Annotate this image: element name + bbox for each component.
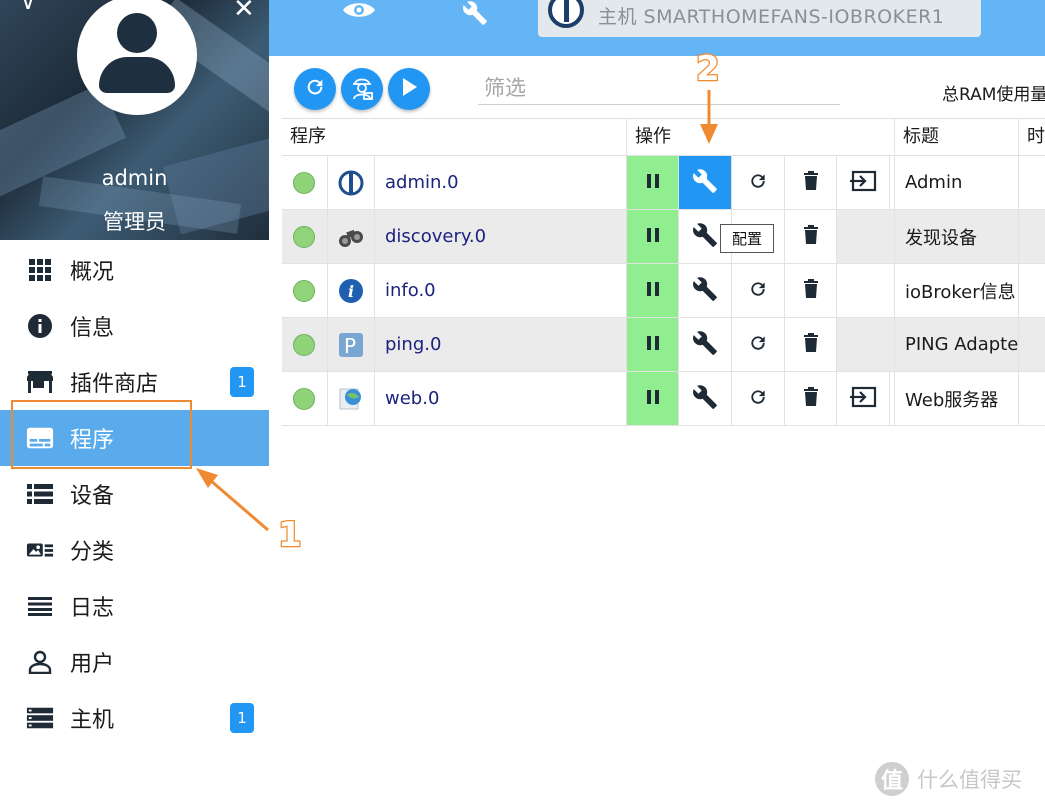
annotation-label-2: 2 — [696, 49, 720, 89]
annotation-arrow-1 — [209, 478, 269, 532]
watermark-text: 什么值得买 — [917, 768, 1022, 792]
annotation-overlay: 2 1 — [196, 48, 721, 556]
annotation-arrowhead-2 — [700, 124, 718, 144]
watermark-logo-icon: 值 — [875, 762, 909, 796]
watermark: 值 什么值得买 — [875, 762, 1022, 796]
annotation-label-1: 1 — [278, 515, 302, 555]
